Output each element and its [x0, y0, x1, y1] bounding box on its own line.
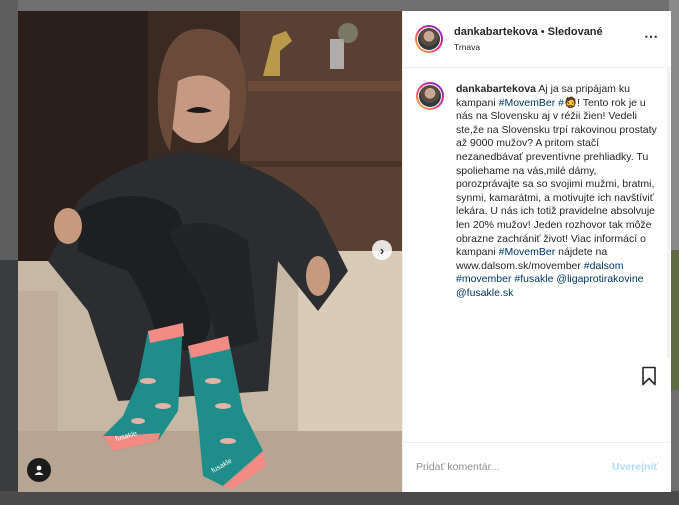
more-options-icon[interactable]: ⋯: [644, 28, 659, 45]
bookmark-icon[interactable]: [641, 366, 657, 386]
post-header: dankabartekova • Sledované Trnava ⋯: [403, 11, 671, 68]
caption-username-link[interactable]: dankabartekova: [456, 83, 536, 95]
avatar[interactable]: [416, 82, 444, 110]
caption-body: Aj ja sa pripájam ku kampani #MovemBer #…: [456, 83, 657, 299]
hashtag-link[interactable]: #dalsom: [584, 260, 624, 272]
caption-area: dankabartekova Aj ja sa pripájam ku kamp…: [403, 68, 665, 357]
hashtag-link[interactable]: #🧔: [558, 97, 577, 109]
hashtag-link[interactable]: #movember: [456, 273, 511, 285]
location-link[interactable]: Trnava: [454, 42, 480, 52]
post-side-panel: dankabartekova • Sledované Trnava ⋯ dankab…: [402, 11, 671, 492]
follow-status-button[interactable]: Sledované: [548, 26, 603, 38]
tagged-people-button[interactable]: [27, 458, 51, 482]
next-photo-button[interactable]: ›: [372, 240, 392, 260]
post-comment-button[interactable]: Uverejniť: [612, 461, 658, 473]
hashtag-link[interactable]: @ligaprotirakovine: [556, 273, 643, 285]
hashtag-link[interactable]: #MovemBer: [499, 97, 556, 109]
post-modal: fusakle fusakle › dankabartekova • Sledova…: [18, 11, 671, 492]
hashtag-link[interactable]: #fusakle: [514, 273, 553, 285]
post-actions: [403, 358, 671, 398]
user-icon: [34, 465, 44, 475]
comment-input[interactable]: [416, 461, 606, 473]
caption-text-segment: ! Tento rok je u nás na Slovensku aj v r…: [456, 96, 657, 259]
header-user-line: dankabartekova • Sledované: [454, 26, 603, 38]
comment-bar: Uverejniť: [403, 442, 671, 493]
background-thumbnail: [0, 260, 18, 500]
photo-illustration: fusakle fusakle: [18, 11, 402, 492]
avatar[interactable]: [415, 25, 443, 53]
caption-text: dankabartekova Aj ja sa pripájam ku kamp…: [456, 83, 662, 301]
hashtag-link[interactable]: @fusakle.sk: [456, 287, 513, 299]
post-photo[interactable]: fusakle fusakle ›: [18, 11, 402, 492]
hashtag-link[interactable]: #MovemBer: [499, 246, 556, 258]
caption-scrollbar[interactable]: [667, 68, 670, 358]
background-thumbnail-row: [0, 491, 679, 505]
chevron-right-icon: ›: [379, 242, 385, 258]
separator-dot: •: [540, 26, 545, 38]
username-link[interactable]: dankabartekova: [454, 26, 538, 38]
